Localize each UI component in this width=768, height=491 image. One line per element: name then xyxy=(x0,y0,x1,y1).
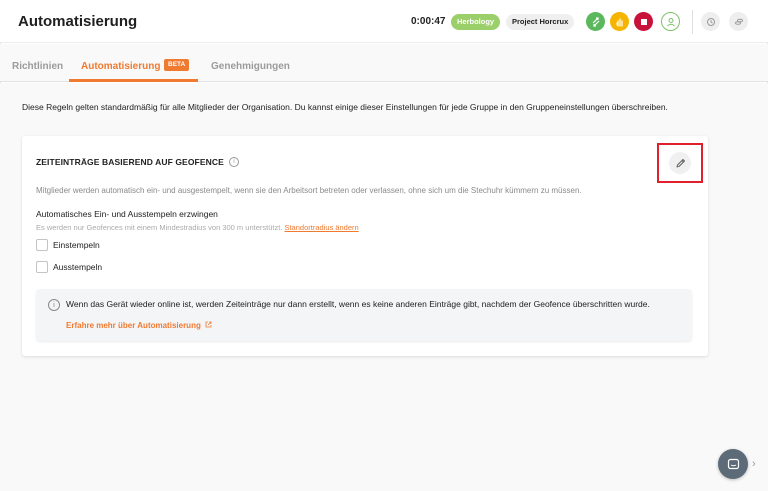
timer-display: 0:00:47 xyxy=(411,16,446,27)
clock-in-row[interactable]: Einstempeln xyxy=(36,239,100,251)
switch-task-button[interactable] xyxy=(586,12,605,31)
break-button[interactable] xyxy=(610,12,629,31)
learn-more-text: Erfahre mehr über Automatisierung xyxy=(66,321,201,330)
chat-support-button[interactable] xyxy=(718,449,748,479)
learn-more-link[interactable]: Erfahre mehr über Automatisierung xyxy=(66,321,212,330)
user-status-button[interactable] xyxy=(661,12,680,31)
beta-badge: BETA xyxy=(164,59,190,71)
pencil-icon xyxy=(676,158,685,167)
edit-highlight xyxy=(657,143,703,183)
stop-button[interactable] xyxy=(634,12,653,31)
tab-automatisierung[interactable]: Automatisierung xyxy=(81,61,160,72)
clock-in-label: Einstempeln xyxy=(53,240,100,250)
radius-hint: Es werden nur Geofences mit einem Mindes… xyxy=(36,223,359,232)
clock-out-checkbox[interactable] xyxy=(36,261,48,273)
radius-hint-text: Es werden nur Geofences mit einem Mindes… xyxy=(36,223,283,232)
edit-button[interactable] xyxy=(669,152,691,174)
force-clock-label: Automatisches Ein- und Ausstempeln erzwi… xyxy=(36,209,218,219)
clock-in-checkbox[interactable] xyxy=(36,239,48,251)
pause-icon xyxy=(615,17,623,27)
info-icon: i xyxy=(48,299,60,311)
chevron-right-icon[interactable]: › xyxy=(752,458,756,470)
external-link-icon xyxy=(205,321,212,328)
clock-icon xyxy=(706,17,715,26)
billing-button[interactable] xyxy=(729,12,748,31)
project-tag-badge[interactable]: Herbology xyxy=(451,14,501,30)
tab-genehmigungen[interactable]: Genehmigungen xyxy=(211,61,290,72)
clock-out-label: Ausstempeln xyxy=(53,262,103,272)
user-icon xyxy=(666,17,675,26)
clock-out-row[interactable]: Ausstempeln xyxy=(36,261,102,273)
geofence-card: ZEITEINTRÄGE BASIEREND AUF GEOFENCE i Mi… xyxy=(22,136,708,356)
time-history-button[interactable] xyxy=(701,12,720,31)
card-description: Mitglieder werden automatisch ein- und a… xyxy=(36,186,582,195)
info-icon[interactable]: i xyxy=(229,157,239,167)
coins-icon xyxy=(734,18,743,25)
notice-text: Wenn das Gerät wieder online ist, werden… xyxy=(66,299,650,309)
card-title: ZEITEINTRÄGE BASIEREND AUF GEOFENCE xyxy=(36,157,224,167)
info-notice: i Wenn das Gerät wieder online ist, werd… xyxy=(36,289,692,341)
page-title: Automatisierung xyxy=(18,13,138,30)
chat-icon xyxy=(727,458,739,469)
tab-richtlinien[interactable]: Richtlinien xyxy=(12,61,63,72)
intro-text: Diese Regeln gelten standardmäßig für al… xyxy=(22,102,668,112)
active-tab-indicator xyxy=(69,79,198,82)
switch-icon xyxy=(592,16,599,27)
tab-bar: Richtlinien Automatisierung BETA Genehmi… xyxy=(0,44,768,82)
header-divider xyxy=(692,10,693,34)
project-name-badge[interactable]: Project Horcrux xyxy=(506,14,575,30)
change-radius-link[interactable]: Standortradius ändern xyxy=(284,223,358,232)
main-content: Diese Regeln gelten standardmäßig für al… xyxy=(0,83,768,491)
stop-icon xyxy=(640,18,647,25)
top-bar: Automatisierung 0:00:47 Herbology Projec… xyxy=(0,0,768,43)
